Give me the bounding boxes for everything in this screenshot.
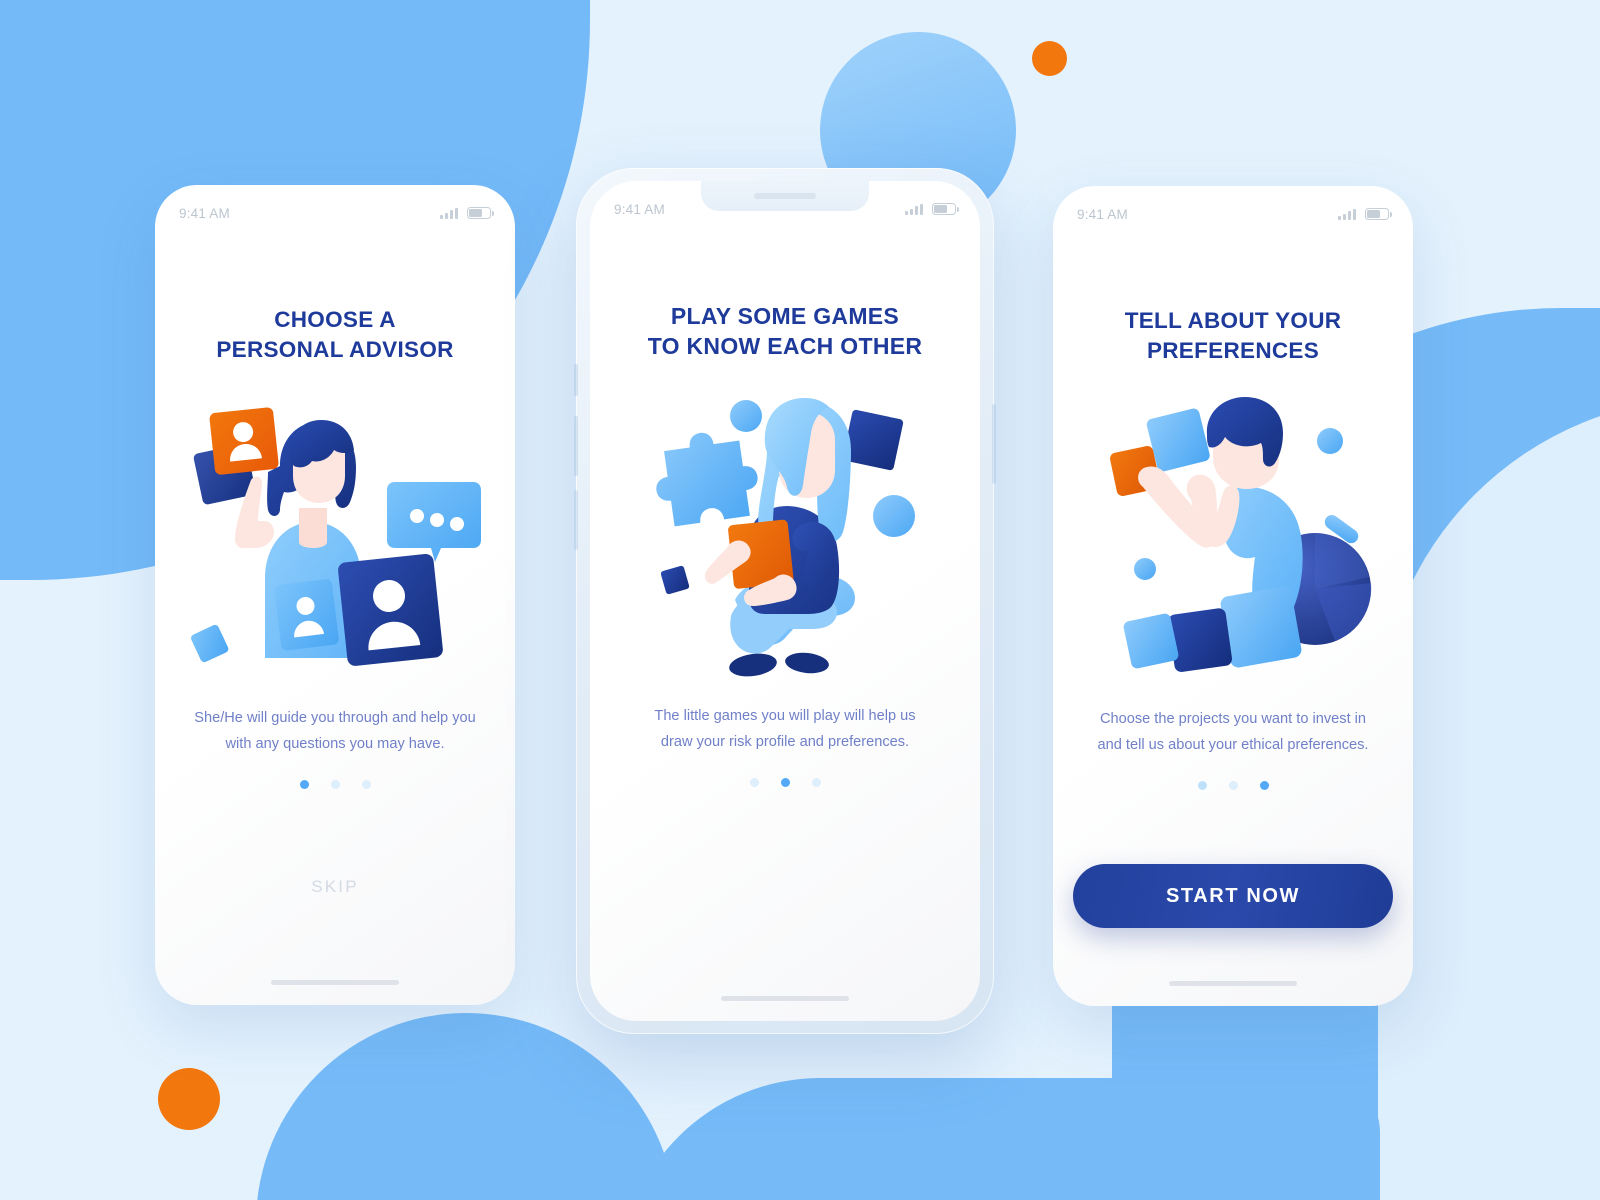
- screen-content-3: TELL ABOUT YOUR PREFERENCES Choose the p…: [1053, 232, 1413, 1006]
- page-dot-1[interactable]: [299, 780, 309, 790]
- page-dot-1[interactable]: [749, 777, 759, 787]
- caption-line-1: She/He will guide you through and help y…: [194, 710, 476, 727]
- page-title-3: TELL ABOUT YOUR PREFERENCES: [1125, 306, 1342, 365]
- phone-mockup-3: 9:41 AM TELL ABOUT YOUR PREFERENCES Choo…: [1053, 186, 1413, 1006]
- page-caption-2: The little games you will play will help…: [654, 704, 915, 756]
- page-dot-3[interactable]: [1259, 781, 1269, 791]
- phone-mockup-2-frame: 9:41 AM PLAY SOME GAMES TO KNOW EACH OTH…: [574, 168, 996, 1034]
- screen-content-2: PLAY SOME GAMES TO KNOW EACH OTHER The l…: [590, 227, 980, 1021]
- title-line-2: TO KNOW EACH OTHER: [647, 333, 923, 360]
- status-time: 9:41 AM: [1077, 206, 1128, 222]
- caption-line-1: The little games you will play will help…: [654, 707, 916, 724]
- volume-down-button[interactable]: [574, 490, 578, 550]
- title-line-1: CHOOSE A: [274, 307, 396, 332]
- status-indicators: [440, 207, 494, 219]
- page-indicator-1[interactable]: [299, 780, 371, 790]
- title-line-2: PERSONAL ADVISOR: [216, 336, 454, 362]
- start-now-button[interactable]: START NOW: [1073, 864, 1393, 928]
- status-bar-2: 9:41 AM: [590, 181, 980, 227]
- signal-bars-icon: [440, 207, 458, 219]
- battery-icon: [1365, 208, 1392, 220]
- skip-button[interactable]: SKIP: [311, 877, 359, 897]
- signal-bars-icon: [905, 203, 923, 215]
- preferences-illustration: [1083, 391, 1383, 681]
- title-line-2: PREFERENCES: [1146, 337, 1320, 363]
- battery-icon: [932, 203, 959, 215]
- games-illustration: [635, 388, 935, 678]
- page-dot-3[interactable]: [361, 780, 371, 790]
- page-dot-1[interactable]: [1197, 781, 1207, 791]
- status-bar-1: 9:41 AM: [155, 185, 515, 231]
- signal-bars-icon: [1338, 208, 1356, 220]
- title-line-1: TELL ABOUT YOUR: [1124, 308, 1342, 333]
- status-bar-3: 9:41 AM: [1053, 186, 1413, 232]
- background-orange-dot-bottom: [158, 1068, 220, 1130]
- page-title-2: PLAY SOME GAMES TO KNOW EACH OTHER: [648, 301, 923, 362]
- caption-line-1: Choose the projects you want to invest i…: [1099, 711, 1367, 728]
- status-time: 9:41 AM: [614, 201, 665, 217]
- page-dot-2[interactable]: [780, 777, 790, 787]
- page-dot-2[interactable]: [1228, 781, 1238, 791]
- page-dot-3[interactable]: [811, 777, 821, 787]
- screen-content-1: CHOOSE A PERSONAL ADVISOR She/He will gu…: [155, 231, 515, 1005]
- page-title-1: CHOOSE A PERSONAL ADVISOR: [216, 305, 453, 364]
- phone-mockup-1: 9:41 AM CHOOSE A PERSONAL ADVISOR She/He…: [155, 185, 515, 1005]
- page-caption-1: She/He will guide you through and help y…: [194, 706, 476, 758]
- page-dot-2[interactable]: [330, 780, 340, 790]
- power-button[interactable]: [992, 404, 996, 484]
- status-time: 9:41 AM: [179, 205, 230, 221]
- title-line-1: PLAY SOME GAMES: [670, 303, 900, 329]
- caption-line-2: and tell us about your ethical preferenc…: [1097, 737, 1369, 754]
- page-indicator-3[interactable]: [1197, 781, 1269, 791]
- background-shape-bottom: [620, 1078, 1380, 1200]
- background-circle-bottom-left: [256, 1013, 676, 1200]
- status-indicators: [1338, 208, 1392, 220]
- advisor-illustration: [185, 390, 485, 680]
- caption-line-2: draw your risk profile and preferences.: [660, 733, 910, 750]
- background-orange-dot-top: [1032, 41, 1067, 76]
- page-indicator-2[interactable]: [749, 777, 821, 787]
- status-indicators: [905, 203, 959, 215]
- phone-mockup-2: 9:41 AM PLAY SOME GAMES TO KNOW EACH OTH…: [590, 181, 980, 1021]
- page-caption-3: Choose the projects you want to invest i…: [1098, 707, 1369, 759]
- caption-line-2: with any questions you may have.: [225, 736, 445, 753]
- battery-icon: [467, 207, 494, 219]
